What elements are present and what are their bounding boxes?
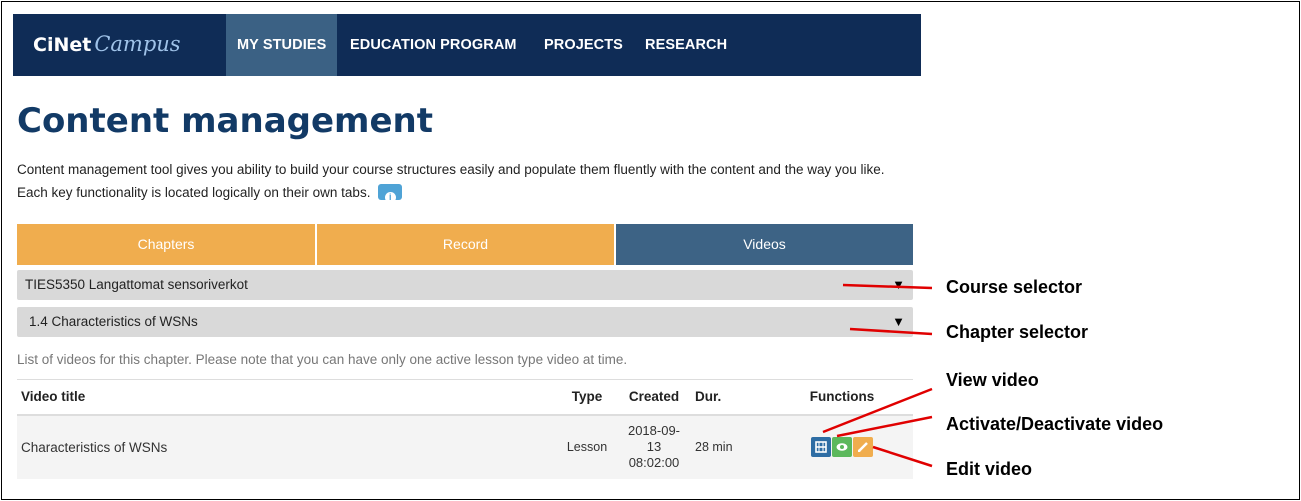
view-video-pointer <box>822 387 933 434</box>
annotation-chapter-selector: Chapter selector <box>946 322 1089 342</box>
annotation-activate-video: Activate/Deactivate video <box>946 414 1164 434</box>
edit-video-pointer <box>872 445 933 468</box>
annotation-edit-video: Edit video <box>946 459 1033 479</box>
course-selector-pointer <box>842 283 933 290</box>
chapter-selector-pointer <box>849 327 933 336</box>
annotation-view-video: View video <box>946 370 1039 390</box>
annotation-course-selector: Course selector <box>946 277 1083 297</box>
